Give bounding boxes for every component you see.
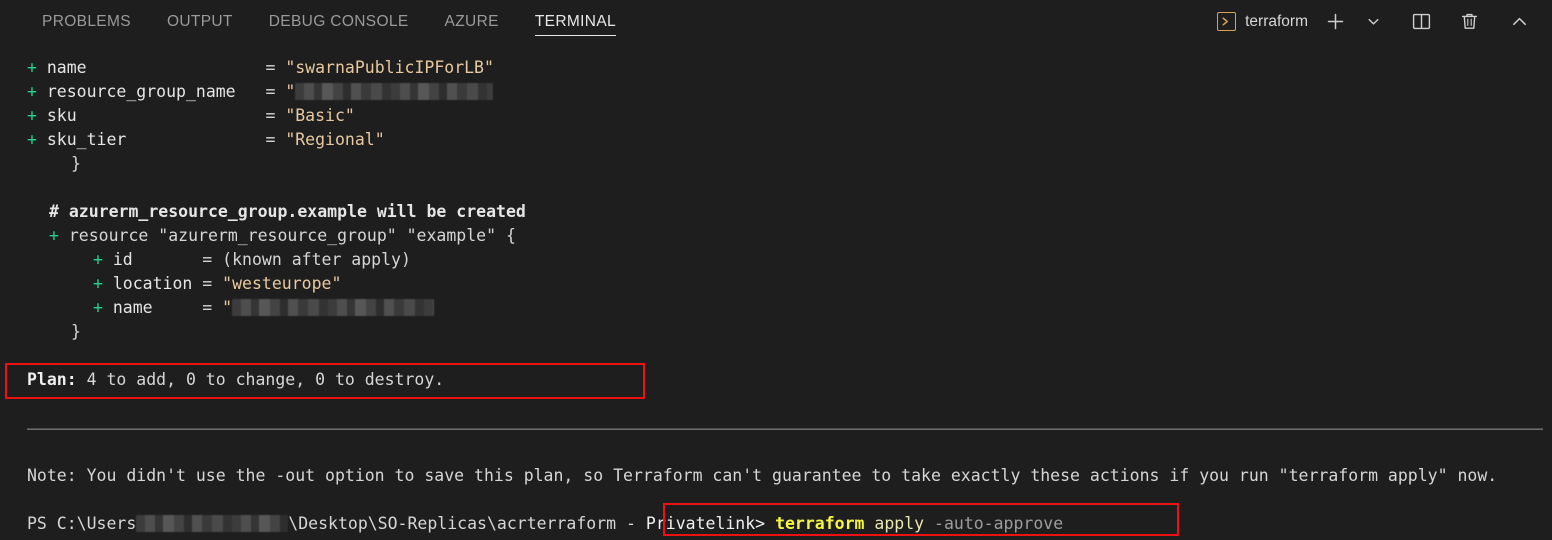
- equals-sign: =: [202, 250, 213, 269]
- resource-declaration: resource "azurerm_resource_group" "examp…: [68, 226, 516, 245]
- shell-prompt-line[interactable]: PS C:\Users \Desktop\SO-Replicas\acrterra…: [27, 512, 1063, 536]
- plan-summary-line: Plan: 4 to add, 0 to change, 0 to destro…: [27, 368, 444, 392]
- terminal-line: }: [71, 152, 81, 176]
- tab-azure-label: AZURE: [444, 12, 499, 30]
- attr-value: "westeurope": [222, 274, 342, 293]
- chevron-up-icon: [1512, 17, 1526, 26]
- redacted-value: [295, 83, 494, 100]
- equals-sign: =: [265, 58, 276, 77]
- closing-brace: }: [71, 322, 81, 341]
- prompt-remaining-path: \Desktop\SO-Replicas\acrterraform -: [288, 514, 646, 533]
- plan-counts: 4 to add, 0 to change, 0 to destroy.: [76, 370, 445, 389]
- attr-key: location: [112, 274, 193, 293]
- terminal-line: # azurerm_resource_group.example will be…: [49, 200, 526, 224]
- tab-terminal[interactable]: TERMINAL: [517, 0, 634, 43]
- trash-icon: [1461, 13, 1477, 29]
- prompt-suffix: Privatelink>: [645, 514, 766, 533]
- tab-problems-label: PROBLEMS: [42, 12, 131, 30]
- command-binary: terraform: [775, 514, 865, 533]
- plus-marker: +: [27, 82, 37, 101]
- attr-value: "Regional": [285, 130, 385, 149]
- tab-terminal-label: TERMINAL: [534, 12, 617, 30]
- equals-sign: =: [265, 82, 276, 101]
- note-text: Note: You didn't use the -out option to …: [27, 466, 1498, 485]
- attr-key: sku_tier: [46, 130, 127, 149]
- plus-marker: +: [27, 106, 37, 125]
- plus-marker: +: [93, 298, 103, 317]
- tab-output-label: OUTPUT: [166, 12, 233, 30]
- tab-debug-console-label: DEBUG CONSOLE: [268, 12, 409, 30]
- tab-problems[interactable]: PROBLEMS: [24, 0, 149, 43]
- plus-marker: +: [27, 58, 37, 77]
- active-terminal-selector[interactable]: terraform: [1213, 7, 1316, 37]
- active-terminal-name: terraform: [1245, 12, 1308, 30]
- terminal-line: + sku_tier = "Regional": [27, 128, 385, 152]
- redacted-username: [136, 515, 289, 532]
- new-terminal-dropdown-button[interactable]: [1354, 7, 1392, 37]
- plus-marker: +: [27, 130, 37, 149]
- tab-output[interactable]: OUTPUT: [149, 0, 251, 43]
- terminal-line: + resource "azurerm_resource_group" "exa…: [49, 224, 516, 248]
- resource-comment: # azurerm_resource_group.example will be…: [49, 202, 526, 221]
- terminal-line: + id = (known after apply): [93, 248, 411, 272]
- terminal-line: + location = "westeurope": [93, 272, 341, 296]
- collapse-panel-button[interactable]: [1500, 7, 1538, 37]
- attr-value-quote: ": [285, 82, 296, 101]
- split-panel-icon: [1412, 13, 1430, 30]
- closing-brace: }: [71, 154, 81, 173]
- terminal-prompt-icon: [1217, 12, 1237, 31]
- terminal-line: + name = ": [93, 296, 435, 320]
- equals-sign: =: [265, 106, 276, 125]
- attr-key: id: [112, 250, 133, 269]
- command-action: apply: [874, 514, 925, 533]
- redacted-value: [232, 299, 435, 316]
- section-divider: [27, 428, 1543, 430]
- panel-actions: terraform: [1213, 0, 1552, 43]
- equals-sign: =: [265, 130, 276, 149]
- kill-terminal-button[interactable]: [1450, 7, 1488, 37]
- equals-sign: =: [202, 298, 213, 317]
- attr-value-quote: ": [222, 298, 233, 317]
- attr-key: sku: [46, 106, 77, 125]
- new-terminal-button[interactable]: [1316, 7, 1354, 37]
- prompt-ps-path: PS C:\Users: [27, 514, 137, 533]
- terminal-line: }: [71, 320, 81, 344]
- plus-marker: +: [93, 274, 103, 293]
- tab-debug-console[interactable]: DEBUG CONSOLE: [251, 0, 427, 43]
- terminal-line: + name = "swarnaPublicIPForLB": [27, 56, 494, 80]
- terminal-output[interactable]: + name = "swarnaPublicIPForLB" + resourc…: [0, 43, 1552, 540]
- terminal-line: + sku = "Basic": [27, 104, 355, 128]
- tab-azure[interactable]: AZURE: [427, 0, 517, 43]
- terminal-line: + resource_group_name = ": [27, 80, 494, 104]
- attr-key: resource_group_name: [46, 82, 236, 101]
- attr-value: "Basic": [285, 106, 355, 125]
- split-terminal-button[interactable]: [1402, 7, 1440, 37]
- note-paragraph: Note: You didn't use the -out option to …: [27, 464, 1547, 512]
- attr-value: "swarnaPublicIPForLB": [285, 58, 494, 77]
- command-flag: -auto-approve: [934, 514, 1064, 533]
- attr-key: name: [46, 58, 87, 77]
- attr-value: (known after apply): [222, 250, 411, 269]
- chevron-down-icon: [1368, 18, 1378, 25]
- plus-marker: +: [49, 226, 59, 245]
- panel-header: PROBLEMS OUTPUT DEBUG CONSOLE AZURE TERM…: [0, 0, 1552, 43]
- panel-tab-list: PROBLEMS OUTPUT DEBUG CONSOLE AZURE TERM…: [0, 0, 634, 43]
- plus-marker: +: [93, 250, 103, 269]
- plus-icon: [1327, 13, 1343, 30]
- plan-label: Plan:: [27, 370, 77, 389]
- attr-key: name: [112, 298, 153, 317]
- equals-sign: =: [202, 274, 213, 293]
